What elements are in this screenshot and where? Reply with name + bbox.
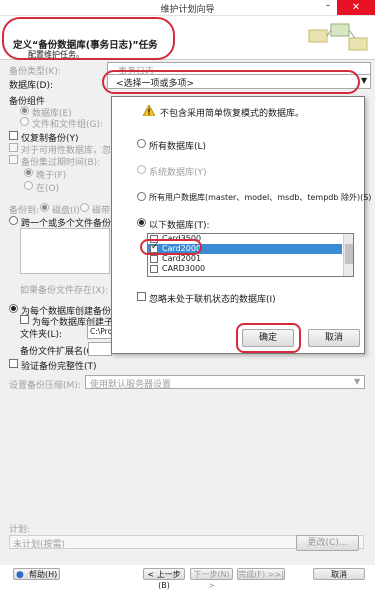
extension-input[interactable] — [88, 342, 112, 356]
compression-label: 设置备份压缩(M): — [9, 381, 81, 391]
schedule-value: 未计划(按需) — [13, 540, 66, 550]
folder-input[interactable]: C:\Progr — [87, 325, 120, 339]
backup-to-label: 备份到: — [9, 206, 40, 216]
cancel-button[interactable]: 取消 — [313, 568, 365, 580]
backup-to-disk-radio[interactable]: 磁盘(I) — [40, 203, 80, 216]
availability-checkbox[interactable]: 对于可用性数据库，忽略备份 — [9, 143, 138, 156]
backup-to-disk-label: 磁盘(I) — [52, 206, 80, 216]
backup-type-label: 备份类型(K): — [9, 67, 61, 77]
list-item[interactable]: Card2001 — [148, 254, 342, 264]
compression-value: 使用默认服务器设置 — [90, 380, 172, 390]
ignore-offline-label: 忽略未处于联机状态的数据库(I) — [149, 295, 276, 305]
selected-db-highlight-oval — [140, 239, 202, 255]
wizard-header: 定义“备份数据库(事务日志)”任务 配置维护任务。 — [0, 16, 375, 60]
list-item[interactable]: CARD3000 — [148, 264, 342, 274]
per-db-radio[interactable]: 为每个数据库创建备份文件(R) — [9, 304, 142, 317]
copy-only-checkbox[interactable]: 仅复制备份(Y) — [9, 131, 79, 144]
all-user-databases-radio[interactable]: 所有用户数据库(master、model、msdb、tempdb 除外)(S) — [137, 192, 371, 204]
schedule-label: 计划: — [9, 525, 31, 535]
finish-button[interactable]: 完成(F) >>| — [237, 568, 285, 580]
title-bar: 维护计划向导 – ✕ — [0, 0, 375, 16]
list-item-label: Card2001 — [162, 254, 202, 263]
database-label: 数据库(D): — [9, 81, 53, 91]
expire-after-label: 晚于(F) — [36, 171, 67, 181]
header-illustration-icon — [308, 23, 368, 51]
ok-highlight-oval — [236, 323, 301, 353]
all-databases-label: 所有数据库(L) — [149, 142, 207, 152]
minimize-icon[interactable]: – — [321, 1, 335, 14]
system-databases-label: 系统数据库(Y) — [149, 168, 207, 178]
list-item-label: CARD3000 — [162, 264, 206, 273]
help-icon: ● — [16, 570, 24, 580]
warning-text: 不包含采用简单恢复模式的数据库。 — [160, 109, 305, 119]
change-button[interactable]: 更改(C)... — [296, 535, 359, 551]
close-icon[interactable]: ✕ — [337, 0, 375, 15]
warning-icon — [143, 105, 155, 116]
span-files-radio[interactable]: 跨一个或多个文件备份数据库(S): — [9, 216, 154, 229]
expire-on-radio[interactable]: 在(O) — [24, 181, 59, 194]
extension-label: 备份文件扩展名(0): — [20, 347, 99, 357]
database-selection-popup: 不包含采用简单恢复模式的数据库。 所有数据库(L) 系统数据库(Y) 所有用户数… — [111, 96, 371, 354]
all-databases-radio[interactable]: 所有数据库(L) — [137, 139, 206, 152]
system-databases-radio[interactable]: 系统数据库(Y) — [137, 165, 207, 178]
span-files-list[interactable] — [20, 228, 110, 274]
scrollbar-thumb[interactable] — [345, 244, 353, 264]
chevron-down-icon[interactable]: ▼ — [361, 76, 367, 85]
help-button-label: 帮助(H) — [29, 570, 58, 579]
help-button[interactable]: 帮助(H) ● — [13, 568, 60, 580]
expire-on-label: 在(O) — [36, 184, 60, 194]
database-highlight-oval — [102, 70, 360, 94]
expire-checkbox[interactable]: 备份集过期时间(B): — [9, 155, 100, 168]
subdir-checkbox[interactable]: 为每个数据库创建子目录(U) — [20, 315, 145, 328]
cancel-popup-button[interactable]: 取消 — [308, 329, 360, 347]
next-button[interactable]: 下一步(N) > — [190, 568, 233, 590]
folder-label: 文件夹(L): — [20, 330, 63, 340]
verify-checkbox[interactable]: 验证备份完整性(T) — [9, 359, 97, 372]
component-file-radio[interactable]: 文件和文件组(G): — [20, 117, 103, 130]
these-databases-label: 以下数据库(T): — [149, 221, 210, 231]
ignore-offline-checkbox[interactable]: 忽略未处于联机状态的数据库(I) — [137, 292, 276, 305]
all-user-databases-label: 所有用户数据库(master、model、msdb、tempdb 除外)(S) — [149, 193, 372, 202]
compression-select[interactable]: 使用默认服务器设置 ▼ — [85, 375, 365, 390]
verify-label: 验证备份完整性(T) — [21, 362, 97, 372]
if-exists-label: 如果备份文件存在(X): — [20, 286, 109, 296]
backup-to-tape-radio[interactable]: 磁带(P) — [80, 203, 122, 216]
chevron-down-icon: ▼ — [354, 377, 361, 386]
these-databases-radio[interactable]: 以下数据库(T): — [137, 218, 210, 231]
window-title: 维护计划向导 — [160, 5, 215, 15]
expire-label: 备份集过期时间(B): — [21, 158, 101, 168]
page-subtitle: 配置维护任务。 — [28, 50, 84, 59]
expire-after-radio[interactable]: 晚于(F) — [24, 168, 66, 181]
listbox-scrollbar[interactable] — [343, 234, 353, 276]
component-file-label: 文件和文件组(G): — [32, 120, 104, 130]
back-button[interactable]: < 上一步(B) — [143, 568, 185, 590]
